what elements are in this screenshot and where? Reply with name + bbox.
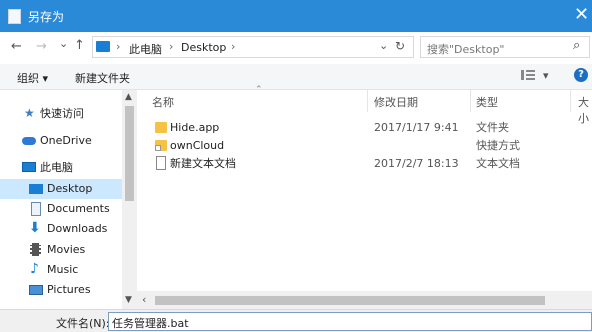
recent-locations-button[interactable]: ⌄ (59, 37, 68, 50)
refresh-icon[interactable]: ↻ (395, 39, 405, 53)
breadcrumb-separator-icon: › (116, 40, 121, 53)
sidebar-item-quick-access[interactable]: ★ 快速访问 (0, 104, 122, 124)
filename-input[interactable]: 任务管理器.bat (108, 312, 592, 331)
sidebar-scrollbar[interactable]: ▲ ▼ (122, 90, 137, 309)
scrollbar-thumb[interactable] (155, 296, 545, 305)
column-header-name[interactable]: 名称 (152, 94, 174, 110)
sidebar-item-pictures[interactable]: Pictures (0, 280, 122, 300)
horizontal-scrollbar[interactable]: ‹ (137, 291, 592, 309)
breadcrumb-item-this-pc[interactable]: 此电脑 (129, 41, 162, 57)
column-header-type[interactable]: 类型 (476, 94, 498, 110)
scroll-up-icon[interactable]: ▲ (125, 92, 132, 102)
column-divider[interactable] (367, 90, 368, 112)
pictures-icon (29, 285, 43, 295)
new-folder-button[interactable]: 新建文件夹 (75, 70, 130, 86)
toolbar: 组织 ▾ 新建文件夹 ▾ ? (0, 64, 592, 90)
search-placeholder: 搜索"Desktop" (427, 43, 505, 56)
column-divider[interactable] (470, 90, 471, 112)
filename-label: 文件名(N): (56, 317, 110, 330)
search-icon: ⌕ (573, 38, 581, 53)
breadcrumb-separator-icon: › (231, 40, 236, 53)
filename-value: 任务管理器.bat (112, 317, 189, 330)
scroll-left-icon[interactable]: ‹ (142, 293, 146, 306)
cloud-icon (22, 137, 36, 145)
sidebar-item-desktop[interactable]: Desktop (0, 179, 122, 199)
column-divider[interactable] (570, 90, 571, 112)
forward-button[interactable]: → (36, 39, 47, 54)
close-icon[interactable]: ✕ (574, 5, 589, 25)
help-icon[interactable]: ? (574, 68, 588, 82)
shortcut-icon (155, 140, 167, 151)
movies-icon (30, 243, 41, 256)
sidebar-item-documents[interactable]: Documents (0, 199, 122, 219)
sidebar-item-music[interactable]: ♪ Music (0, 260, 122, 280)
up-button[interactable]: ↑ (74, 38, 85, 53)
address-dropdown-icon[interactable]: ⌄ (379, 39, 388, 52)
sidebar-item-movies[interactable]: Movies (0, 240, 122, 260)
sort-indicator-icon: ⌃ (255, 85, 263, 95)
scroll-down-icon[interactable]: ▼ (125, 295, 132, 305)
breadcrumb-separator-icon: › (169, 40, 174, 53)
search-input[interactable]: 搜索"Desktop" ⌕ (420, 36, 590, 58)
breadcrumb-item-desktop[interactable]: Desktop (181, 41, 226, 54)
filename-bar: 文件名(N): 任务管理器.bat (0, 309, 592, 332)
star-icon: ★ (24, 106, 35, 120)
file-row[interactable]: ownCloud 快捷方式 (146, 137, 586, 154)
back-button[interactable]: ← (11, 39, 22, 54)
title-bar: 另存为 ✕ (0, 0, 592, 32)
folder-icon (155, 122, 167, 133)
computer-icon (22, 162, 36, 172)
music-icon: ♪ (30, 261, 39, 277)
window-icon (8, 9, 21, 24)
documents-icon (31, 202, 41, 216)
sidebar-item-downloads[interactable]: ⬇ Downloads (0, 219, 122, 239)
view-options-icon[interactable] (521, 69, 535, 81)
computer-icon (96, 41, 110, 52)
desktop-icon (29, 184, 43, 194)
organize-button[interactable]: 组织 ▾ (17, 70, 48, 86)
file-row[interactable]: 新建文本文档 2017/2/7 18:13 文本文档 (146, 155, 586, 172)
scrollbar-thumb[interactable] (125, 106, 134, 201)
column-header-modified[interactable]: 修改日期 (374, 94, 418, 110)
downloads-icon: ⬇ (29, 220, 41, 236)
window-title: 另存为 (28, 10, 65, 24)
view-dropdown-icon[interactable]: ▾ (543, 69, 549, 82)
sidebar-item-this-pc[interactable]: 此电脑 (0, 158, 122, 178)
breadcrumb[interactable]: › 此电脑 › Desktop › ⌄ ↻ (92, 36, 414, 58)
file-row[interactable]: Hide.app 2017/1/17 9:41 文件夹 (146, 119, 586, 136)
text-file-icon (156, 156, 166, 170)
sidebar-item-onedrive[interactable]: OneDrive (0, 131, 122, 151)
navigation-pane: ★ 快速访问 OneDrive 此电脑 Desktop Documents ⬇ … (0, 90, 137, 309)
